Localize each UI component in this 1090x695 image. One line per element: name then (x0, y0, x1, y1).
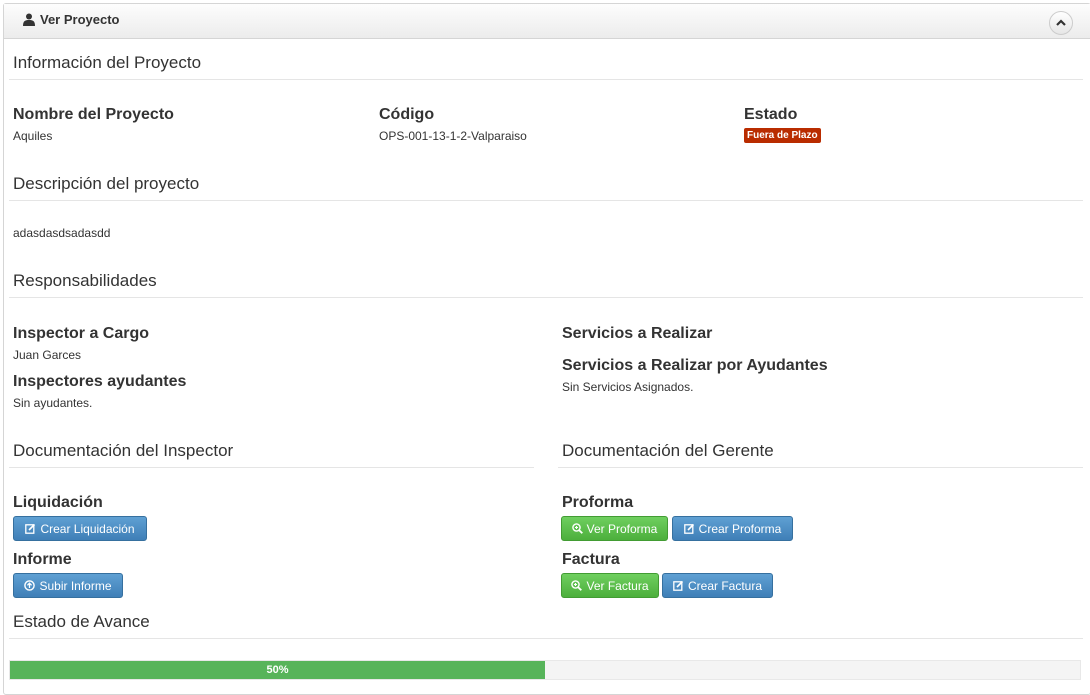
helpers-value: Sin ayudantes. (13, 396, 93, 410)
inspector-value: Juan Garces (13, 348, 82, 362)
inspector-docs-section-title: Documentación del Inspector (13, 441, 234, 460)
info-divider (9, 79, 1083, 80)
helper-services-value: Sin Servicios Asignados. (562, 380, 694, 394)
user-icon (23, 13, 35, 26)
project-name-value: Aquiles (13, 129, 53, 143)
edit-icon (683, 523, 694, 534)
liquidacion-label: Liquidación (13, 494, 103, 511)
services-label: Servicios a Realizar (562, 325, 713, 342)
progress-bar: 50% (9, 660, 1081, 680)
widget-title: Ver Proyecto (23, 12, 120, 27)
status-badge: Fuera de Plazo (744, 128, 821, 143)
collapse-button[interactable] (1049, 11, 1073, 35)
progress-label: 50% (266, 664, 289, 676)
crear-factura-button[interactable]: Crear Factura (662, 573, 773, 598)
manager-docs-section-title: Documentación del Gerente (562, 441, 774, 460)
ver-proforma-button[interactable]: Ver Proforma (561, 516, 668, 541)
ver-factura-label: Ver Factura (586, 578, 649, 593)
factura-label: Factura (562, 551, 620, 568)
info-section-title: Información del Proyecto (13, 53, 202, 72)
progress-divider (9, 638, 1083, 639)
edit-icon (25, 523, 36, 534)
crear-liquidacion-button[interactable]: Crear Liquidación (13, 516, 147, 541)
proforma-label: Proforma (562, 494, 634, 511)
description-section-title: Descripción del proyecto (13, 174, 200, 193)
inspector-docs-divider (9, 467, 534, 468)
project-name-label: Nombre del Proyecto (13, 106, 174, 123)
chevron-up-icon (1056, 19, 1066, 26)
responsibilities-divider (9, 297, 1083, 298)
edit-icon (673, 580, 684, 591)
upload-icon (24, 580, 36, 591)
project-code-value: OPS-001-13-1-2-Valparaiso (379, 129, 527, 143)
crear-proforma-button[interactable]: Crear Proforma (672, 516, 793, 541)
zoom-in-icon (571, 523, 583, 534)
project-code-label: Código (379, 106, 435, 123)
crear-factura-label: Crear Factura (687, 578, 763, 593)
progress-bar-fill: 50% (10, 661, 545, 679)
widget-title-text: Ver Proyecto (40, 12, 120, 27)
informe-label: Informe (13, 551, 72, 568)
ver-factura-button[interactable]: Ver Factura (561, 573, 659, 598)
manager-docs-divider (558, 467, 1083, 468)
crear-liquidacion-label: Crear Liquidación (40, 521, 135, 536)
widget-header: Ver Proyecto (4, 4, 1090, 39)
responsibilities-section-title: Responsabilidades (13, 271, 157, 290)
subir-informe-button[interactable]: Subir Informe (13, 573, 123, 598)
crear-proforma-label: Crear Proforma (698, 521, 782, 536)
progress-section-title: Estado de Avance (13, 612, 150, 631)
helpers-label: Inspectores ayudantes (13, 373, 187, 390)
description-divider (9, 200, 1083, 201)
helper-services-label: Servicios a Realizar por Ayudantes (562, 357, 828, 374)
inspector-label: Inspector a Cargo (13, 325, 150, 342)
zoom-in-icon (571, 580, 583, 591)
ver-proforma-label: Ver Proforma (586, 521, 658, 536)
project-status-label: Estado (744, 106, 798, 123)
subir-informe-label: Subir Informe (39, 578, 112, 593)
description-text: adasdasdsadasdd (13, 226, 111, 240)
